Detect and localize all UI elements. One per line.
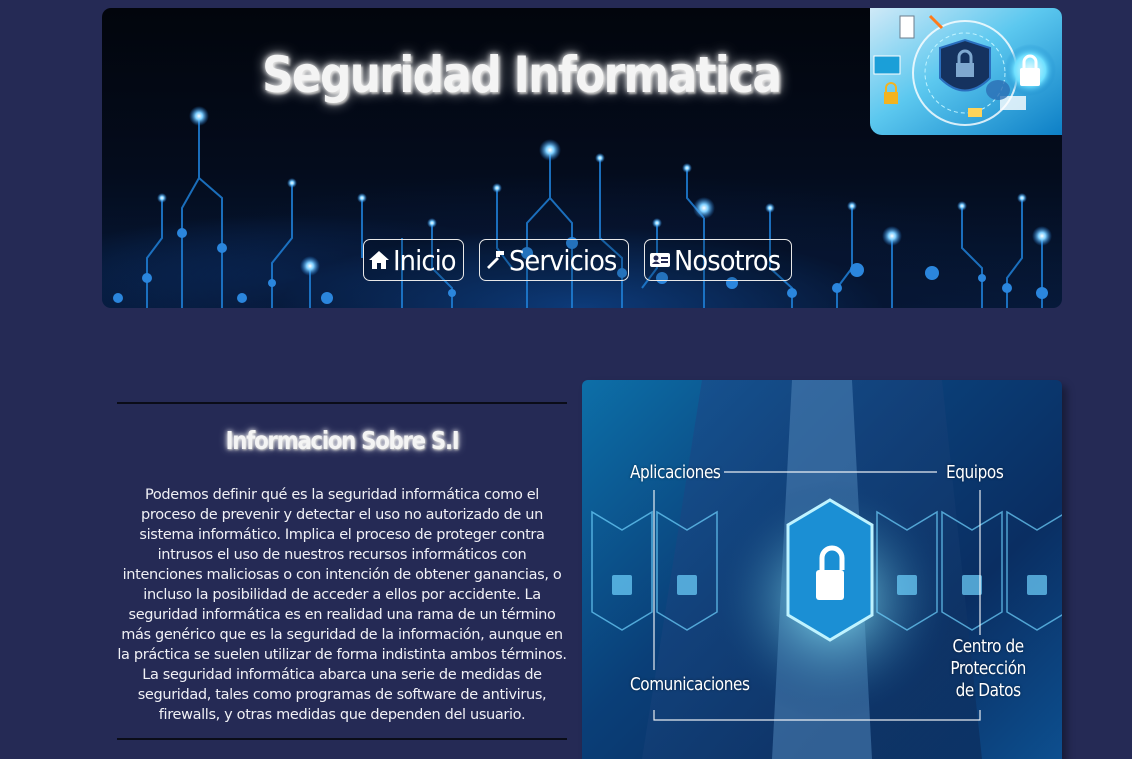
label-centro-line3: de Datos (955, 680, 1022, 701)
security-collage-icon (870, 8, 1062, 135)
label-centro-proteccion: Centro de Protección de Datos (950, 636, 1026, 702)
nav-servicios-button[interactable]: Servicios (479, 239, 629, 281)
header-banner: Seguridad Informatica Inicio Servicios N… (102, 8, 1062, 308)
security-illustration (591, 380, 1062, 759)
main-nav: Inicio Servicios Nosotros (363, 239, 793, 281)
label-centro-line2: Protección (950, 658, 1026, 679)
home-icon (368, 249, 390, 271)
site-title: Seguridad Informatica (262, 46, 782, 104)
nav-nosotros-label: Nosotros (673, 243, 781, 277)
label-centro-line1: Centro de (952, 636, 1024, 657)
nav-nosotros-button[interactable]: Nosotros (643, 239, 793, 281)
info-paragraph: Podemos definir qué es la seguridad info… (117, 487, 567, 723)
info-title: Informacion Sobre S.I (225, 426, 460, 455)
id-card-icon (649, 249, 671, 271)
security-photo: Aplicaciones Equipos Comunicaciones Cent… (582, 380, 1062, 759)
nav-inicio-label: Inicio (393, 243, 457, 277)
label-aplicaciones: Aplicaciones (630, 462, 721, 483)
label-equipos: Equipos (946, 462, 1004, 483)
label-comunicaciones: Comunicaciones (630, 674, 750, 695)
hammer-icon (484, 249, 506, 271)
nav-inicio-button[interactable]: Inicio (363, 239, 465, 281)
info-section: Informacion Sobre S.I Podemos definir qu… (117, 402, 567, 740)
page: Seguridad Informatica Inicio Servicios N… (0, 0, 1132, 759)
nav-servicios-label: Servicios (509, 243, 617, 277)
